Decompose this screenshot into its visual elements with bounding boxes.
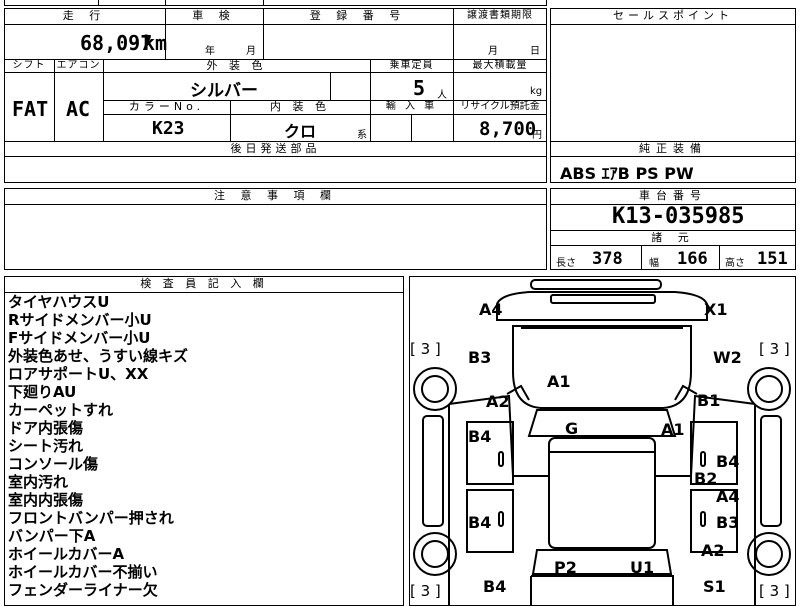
list-item: フロントバンパー押され xyxy=(8,509,174,527)
capacity-unit: 人 xyxy=(437,90,447,101)
damage-label-b3-left: B3 xyxy=(468,348,492,367)
caution-label: 注 意 事 項 欄 xyxy=(214,189,337,202)
shift-label: シフト xyxy=(12,60,46,71)
inspector-label: 検 査 員 記 入 欄 xyxy=(140,277,268,290)
damage-label-w2: W2 xyxy=(713,348,742,367)
bracket-right-top: [ 3 ] xyxy=(759,340,790,358)
mileage-unit: km xyxy=(143,31,168,55)
list-item: シート汚れ xyxy=(8,437,84,455)
interior-value: クロ xyxy=(284,122,317,141)
list-item: 下廻りAU xyxy=(8,383,77,401)
damage-label-b4-left-front: B4 xyxy=(468,427,492,446)
damage-label-a2-right: A2 xyxy=(701,541,725,560)
damage-label-a4-right: A4 xyxy=(716,487,740,506)
sales-point-box xyxy=(550,8,796,142)
mileage-label: 走 行 xyxy=(62,9,107,22)
list-item: バンパー下A xyxy=(8,527,96,545)
damage-label-b3-right: B3 xyxy=(716,513,740,532)
damage-label-g: G xyxy=(565,419,579,438)
list-item: 外装色あせ、うすい線キズ xyxy=(8,347,189,365)
recycle-unit: 円 xyxy=(532,130,542,141)
interior-label: 内 装 色 xyxy=(270,100,330,113)
list-item: ドア内張傷 xyxy=(8,419,84,437)
list-item: Rサイドメンバー小U xyxy=(8,311,152,329)
list-item: フェンダーライナー欠 xyxy=(8,581,158,599)
bracket-left-bottom: [ 3 ] xyxy=(410,582,441,600)
damage-label-s1: S1 xyxy=(703,577,726,596)
damage-label-b2: B2 xyxy=(694,469,718,488)
length-value: 378 xyxy=(592,249,623,269)
height-label: 高さ xyxy=(725,258,745,269)
length-label: 長さ xyxy=(556,258,576,269)
list-item: Fサイドメンバー小U xyxy=(8,329,151,347)
chassis-value: K13-035985 xyxy=(612,204,745,229)
aircon-value: AC xyxy=(66,97,91,121)
import-label: 輸 入 車 xyxy=(385,101,438,112)
list-item: ホイールカバー不揃い xyxy=(8,563,158,581)
shift-value: FAT xyxy=(12,97,49,121)
list-item: ホイールカバーA xyxy=(8,545,125,563)
equipment-label: 純正装備 xyxy=(639,142,707,155)
damage-label-a1-right: A1 xyxy=(661,420,685,439)
transfer-month-unit: 月 xyxy=(488,46,498,57)
damage-label-a1-top: A1 xyxy=(547,372,571,391)
inspection-label: 車 検 xyxy=(192,9,236,22)
height-value: 151 xyxy=(757,249,788,269)
chassis-label: 車台番号 xyxy=(639,189,707,202)
recycle-value: 8,700 xyxy=(479,118,537,140)
damage-label-x1: X1 xyxy=(704,300,728,319)
damage-label-u1: U1 xyxy=(630,558,655,577)
sales-point-label: セールスポイント xyxy=(613,9,733,22)
top-strip xyxy=(4,0,547,6)
transfer-day-unit: 日 xyxy=(530,46,540,57)
transfer-label: 譲渡書類期限 xyxy=(467,10,533,21)
width-label: 幅 xyxy=(649,258,659,269)
load-unit: kg xyxy=(530,86,543,97)
exterior-label: 外 装 色 xyxy=(206,59,267,72)
list-item: カーペットすれ xyxy=(8,401,114,419)
color-no-value: K23 xyxy=(152,118,185,139)
spec-label: 諸 元 xyxy=(651,231,695,244)
list-item: ロアサポートU、XX xyxy=(8,365,149,383)
info-grid xyxy=(4,8,547,142)
damage-label-a2-left: A2 xyxy=(486,392,510,411)
color-no-label: カラーNo. xyxy=(128,100,205,113)
damage-label-p2: P2 xyxy=(554,558,577,577)
list-item: 室内内張傷 xyxy=(8,491,84,509)
aircon-label: エアコン xyxy=(56,60,101,71)
inspection-year-unit: 年 xyxy=(205,46,215,57)
damage-label-b1: B1 xyxy=(697,391,721,410)
list-item: 室内汚れ xyxy=(8,473,69,491)
bracket-right-bottom: [ 3 ] xyxy=(759,582,790,600)
registration-label: 登 録 番 号 xyxy=(309,9,407,22)
interior-unit: 系 xyxy=(357,130,367,141)
equipment-value: ABS ｴｱB PS PW xyxy=(560,164,694,183)
capacity-label: 乗車定員 xyxy=(389,60,434,71)
recycle-label: リサイクル預託金 xyxy=(460,101,540,112)
list-item: コンソール傷 xyxy=(8,455,99,473)
mileage-value: 68,097 xyxy=(80,31,153,55)
damage-label-b4-bottom: B4 xyxy=(483,577,507,596)
width-value: 166 xyxy=(677,249,708,269)
exterior-value: シルバー xyxy=(190,81,258,101)
inspection-month-unit: 月 xyxy=(246,46,256,57)
damage-label-b4-left-rear: B4 xyxy=(468,513,492,532)
later-parts-label: 後日発送部品 xyxy=(230,142,321,155)
damage-label-b4-right: B4 xyxy=(716,452,740,471)
bracket-left-top: [ 3 ] xyxy=(410,340,441,358)
damage-label-a4-top: A4 xyxy=(479,300,503,319)
capacity-value: 5 xyxy=(413,76,426,100)
load-label: 最大積載量 xyxy=(472,60,528,71)
list-item: タイヤハウスU xyxy=(8,293,110,311)
